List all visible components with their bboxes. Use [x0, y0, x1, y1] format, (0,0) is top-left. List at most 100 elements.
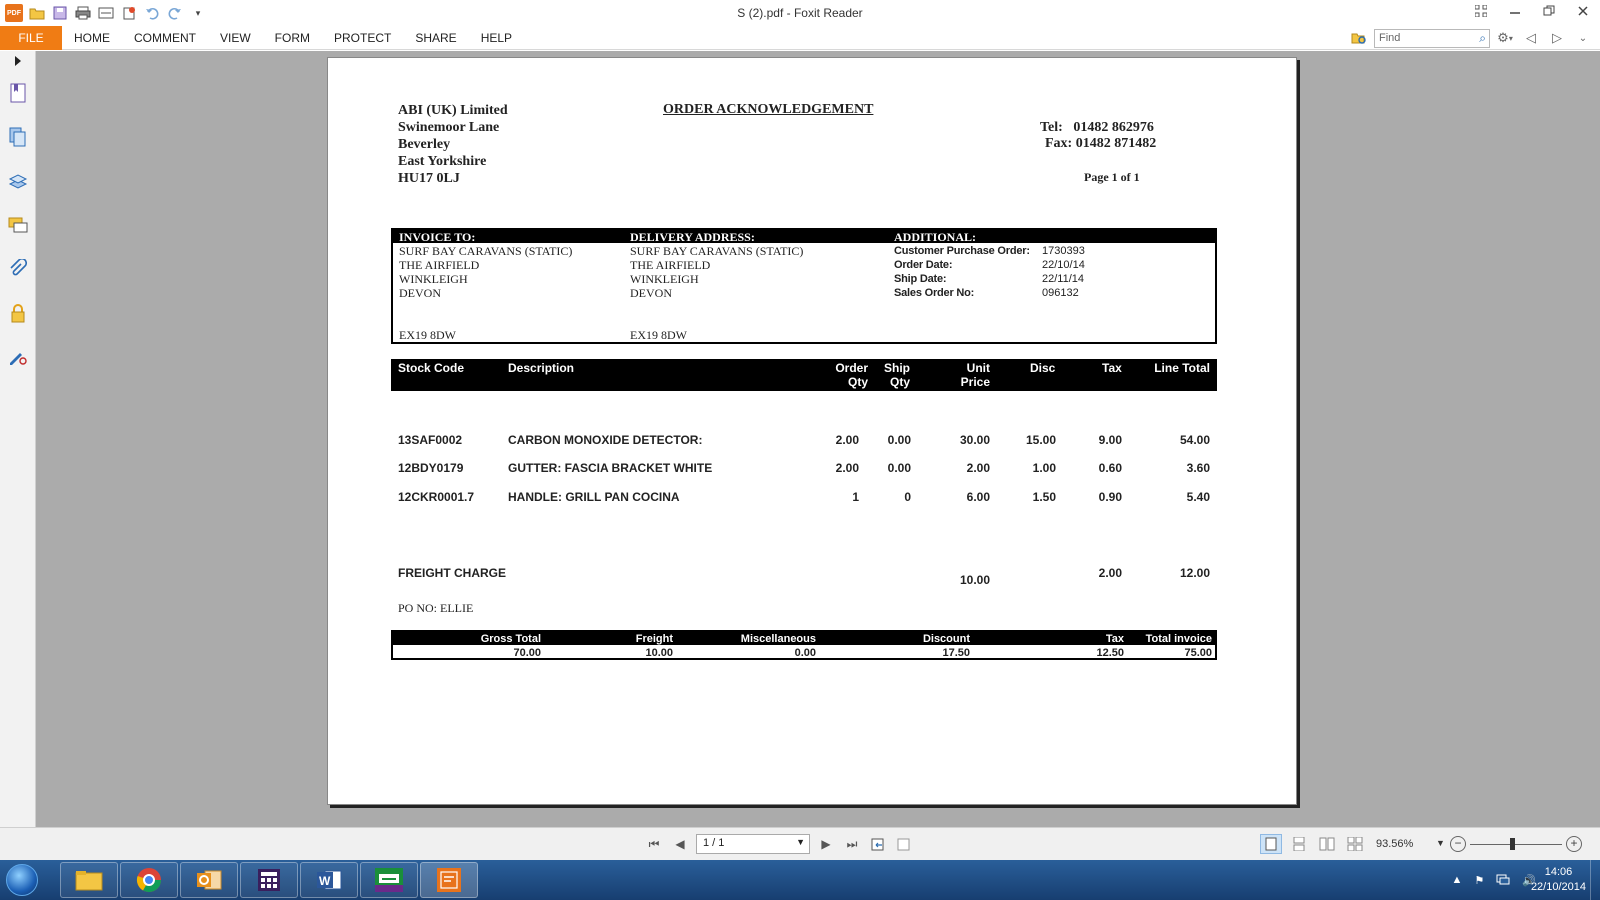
- tab-view[interactable]: VIEW: [208, 26, 263, 50]
- table-row: 12CKR0001.7 HANDLE: GRILL PAN COCINA 1 0…: [391, 490, 1217, 506]
- continuous-facing-icon[interactable]: [1344, 834, 1366, 854]
- find-input[interactable]: Find ⌕: [1374, 28, 1490, 48]
- next-view-icon[interactable]: [894, 834, 914, 854]
- invoice-address-line: SURF BAY CARAVANS (STATIC): [399, 244, 573, 258]
- invoice-postcode: EX19 8DW: [399, 328, 456, 342]
- foxit-reader-icon[interactable]: [420, 862, 478, 898]
- security-lock-icon[interactable]: [0, 291, 36, 335]
- undo-icon[interactable]: [142, 3, 162, 23]
- collapse-ribbon-chevron-icon[interactable]: ⌄: [1572, 28, 1594, 48]
- previous-page-icon[interactable]: ◀: [670, 834, 690, 854]
- pages-thumbnails-icon[interactable]: [0, 115, 36, 159]
- outlook-icon[interactable]: [180, 862, 238, 898]
- print-icon[interactable]: [73, 3, 93, 23]
- table-row: 12BDY0179 GUTTER: FASCIA BRACKET WHITE 2…: [391, 461, 1217, 477]
- app-logo[interactable]: PDF: [4, 3, 24, 23]
- status-bar: ⏮ ◀ 1 / 1 ▼ ▶ ⏭ 93.56% ▼ − +: [0, 827, 1600, 860]
- save-icon[interactable]: [50, 3, 70, 23]
- tab-share[interactable]: SHARE: [403, 26, 468, 50]
- first-page-icon[interactable]: ⏮: [644, 834, 664, 854]
- order-qty: 2.00: [835, 461, 859, 475]
- order-qty: 2.00: [835, 433, 859, 447]
- page-dropdown-chevron-icon[interactable]: ▼: [796, 837, 805, 847]
- system-clock[interactable]: 14:06 22/10/2014: [1531, 865, 1586, 895]
- tab-home[interactable]: HOME: [62, 26, 122, 50]
- redo-icon[interactable]: [165, 3, 185, 23]
- tab-protect[interactable]: PROTECT: [322, 26, 403, 50]
- item-description: GUTTER: FASCIA BRACKET WHITE: [508, 461, 713, 475]
- customize-toolbar-chevron-icon[interactable]: ▾: [188, 3, 208, 23]
- total-invoice-label: Total invoice: [1145, 633, 1212, 645]
- zoom-level[interactable]: 93.56%: [1376, 838, 1413, 850]
- network-icon[interactable]: [1496, 873, 1510, 888]
- close-button[interactable]: [1566, 0, 1600, 22]
- page-number-input[interactable]: 1 / 1 ▼: [696, 834, 810, 854]
- zoom-slider-track[interactable]: [1470, 844, 1562, 845]
- zoom-in-icon[interactable]: +: [1566, 836, 1582, 852]
- sage-icon[interactable]: [360, 862, 418, 898]
- single-page-icon[interactable]: [1260, 834, 1282, 854]
- bookmarks-icon[interactable]: [0, 71, 36, 115]
- calculator-icon[interactable]: [240, 862, 298, 898]
- action-center-flag-icon[interactable]: ⚑: [1474, 874, 1484, 887]
- chrome-icon[interactable]: [120, 862, 178, 898]
- next-page-icon[interactable]: ▶: [816, 834, 836, 854]
- restore-button[interactable]: [1532, 0, 1566, 22]
- tab-file[interactable]: FILE: [0, 25, 62, 50]
- invoice-to-header: INVOICE TO:: [399, 230, 476, 244]
- new-document-icon[interactable]: [119, 3, 139, 23]
- page-navigation: ⏮ ◀ 1 / 1 ▼ ▶ ⏭: [644, 834, 914, 854]
- additional-header: ADDITIONAL:: [894, 230, 977, 244]
- zoom-slider-thumb[interactable]: [1510, 838, 1515, 850]
- show-hidden-icons-icon[interactable]: ▲: [1452, 874, 1463, 886]
- previous-result-icon[interactable]: ◁: [1520, 28, 1542, 48]
- comments-icon[interactable]: [0, 203, 36, 247]
- ship-qty: 0.00: [887, 461, 911, 475]
- find-area: Find ⌕ ⚙ ▾ ◁ ▷ ⌄: [1348, 26, 1600, 50]
- fullscreen-icon[interactable]: [1464, 0, 1498, 22]
- freight-row: FREIGHT CHARGE 10.00 2.00 12.00: [391, 566, 1217, 590]
- search-folder-icon[interactable]: [1348, 28, 1370, 48]
- gear-icon[interactable]: ⚙ ▾: [1494, 28, 1516, 48]
- scan-icon[interactable]: [96, 3, 116, 23]
- previous-view-icon[interactable]: [868, 834, 888, 854]
- col-description: Description: [508, 361, 575, 375]
- discount-label: Discount: [922, 633, 970, 645]
- company-address-line: Swinemoor Lane: [398, 120, 500, 135]
- address-box: INVOICE TO: DELIVERY ADDRESS: ADDITIONAL…: [391, 228, 1217, 344]
- table-row: 13SAF0002 CARBON MONOXIDE DETECTOR: 2.00…: [391, 433, 1217, 449]
- tab-form[interactable]: FORM: [263, 26, 322, 50]
- open-folder-icon[interactable]: [27, 3, 47, 23]
- expand-panel-arrow-icon[interactable]: [0, 51, 36, 71]
- zoom-out-icon[interactable]: −: [1450, 836, 1466, 852]
- invoice-to-address: SURF BAY CARAVANS (STATIC) THE AIRFIELD …: [399, 244, 572, 300]
- col-stock-code: Stock Code: [398, 361, 465, 375]
- windows-taskbar: W ▲ ⚑ 🔊 14:06 22/10/2014: [0, 860, 1600, 900]
- start-button[interactable]: [0, 860, 44, 900]
- attachments-paperclip-icon[interactable]: [0, 247, 36, 291]
- next-result-icon[interactable]: ▷: [1546, 28, 1568, 48]
- word-icon[interactable]: W: [300, 862, 358, 898]
- foxit-logo-icon: PDF: [5, 4, 23, 22]
- show-desktop-button[interactable]: [1590, 860, 1600, 900]
- tab-help[interactable]: HELP: [469, 26, 524, 50]
- search-icon[interactable]: ⌕: [1479, 31, 1486, 46]
- freight-price: 10.00: [959, 573, 990, 587]
- signature-icon[interactable]: [0, 335, 36, 379]
- sales-order-label: Sales Order No:: [894, 287, 975, 299]
- facing-pages-icon[interactable]: [1316, 834, 1338, 854]
- continuous-page-icon[interactable]: [1288, 834, 1310, 854]
- unit-price: 6.00: [966, 490, 990, 504]
- zoom-dropdown-chevron-icon[interactable]: ▼: [1436, 838, 1445, 848]
- document-viewport[interactable]: ABI (UK) Limited Swinemoor Lane Beverley…: [36, 51, 1600, 827]
- layers-icon[interactable]: [0, 159, 36, 203]
- ship-qty: 0: [904, 490, 911, 504]
- customer-po-label: Customer Purchase Order:: [894, 245, 1030, 257]
- disc: 1.00: [1032, 461, 1056, 475]
- minimize-button[interactable]: [1498, 0, 1532, 22]
- tab-comment[interactable]: COMMENT: [122, 26, 208, 50]
- last-page-icon[interactable]: ⏭: [842, 834, 862, 854]
- file-explorer-icon[interactable]: [60, 862, 118, 898]
- item-description: HANDLE: GRILL PAN COCINA: [508, 490, 680, 504]
- window-controls: [1464, 0, 1600, 22]
